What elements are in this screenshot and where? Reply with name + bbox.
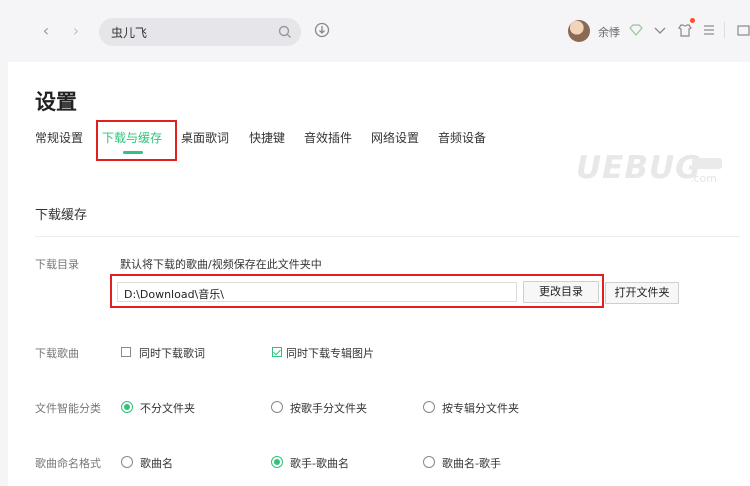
search-input[interactable]: 虫儿飞 (111, 24, 147, 41)
song-name-radio[interactable] (121, 456, 133, 468)
open-folder-button[interactable]: 打开文件夹 (605, 282, 679, 304)
watermark-logo: UEBUG (576, 150, 702, 186)
watermark-suffix: .com (690, 172, 717, 185)
toolbar-divider (724, 22, 725, 38)
tab-network[interactable]: 网络设置 (371, 129, 419, 146)
by-album-radio[interactable] (423, 401, 435, 413)
smart-folder-label: 文件智能分类 (35, 402, 101, 415)
tab-audio-effects[interactable]: 音效插件 (304, 129, 352, 146)
top-bar: ‹ › 虫儿飞 余悸 (0, 0, 750, 62)
download-lyrics-checkbox[interactable] (121, 347, 131, 357)
chevron-down-icon[interactable] (652, 22, 668, 38)
song-artist-radio[interactable] (423, 456, 435, 468)
notification-dot (690, 18, 695, 23)
artist-song-label[interactable]: 歌手-歌曲名 (290, 455, 349, 471)
by-album-label[interactable]: 按专辑分文件夹 (442, 400, 519, 416)
tab-audio-device[interactable]: 音频设备 (438, 129, 486, 146)
menu-icon[interactable] (701, 22, 717, 38)
naming-format-label: 歌曲命名格式 (35, 457, 101, 470)
back-arrow-icon[interactable]: ‹ (37, 22, 55, 40)
song-name-label[interactable]: 歌曲名 (140, 455, 173, 471)
no-folder-radio[interactable] (121, 401, 133, 413)
download-lyrics-label[interactable]: 同时下载歌词 (139, 345, 205, 361)
section-title: 下载缓存 (35, 208, 88, 223)
download-dir-label: 下载目录 (35, 258, 79, 271)
section-divider (35, 236, 740, 237)
download-cover-label[interactable]: 同时下载专辑图片 (286, 345, 374, 361)
search-box[interactable]: 虫儿飞 (99, 18, 301, 46)
avatar[interactable] (568, 20, 590, 42)
by-artist-radio[interactable] (271, 401, 283, 413)
search-icon[interactable] (277, 24, 293, 40)
diamond-icon[interactable] (628, 22, 644, 38)
page-title: 设置 (35, 90, 77, 114)
forward-arrow-icon[interactable]: › (67, 22, 85, 40)
tab-general[interactable]: 常规设置 (35, 129, 83, 146)
tab-shortcuts[interactable]: 快捷键 (249, 129, 285, 146)
artist-song-radio[interactable] (271, 456, 283, 468)
download-song-label: 下载歌曲 (35, 347, 79, 360)
download-icon[interactable] (312, 20, 332, 40)
tab-desktop-lyrics[interactable]: 桌面歌词 (181, 129, 229, 146)
by-artist-label[interactable]: 按歌手分文件夹 (290, 400, 367, 416)
watermark-badge (692, 158, 722, 169)
highlight-box-path (110, 274, 604, 308)
skin-icon[interactable] (677, 22, 693, 38)
no-folder-label[interactable]: 不分文件夹 (140, 400, 195, 416)
username[interactable]: 余悸 (598, 24, 620, 40)
download-dir-description: 默认将下载的歌曲/视频保存在此文件夹中 (120, 258, 322, 271)
highlight-box-tab (96, 120, 177, 161)
download-cover-checkbox[interactable] (272, 347, 282, 357)
song-artist-label[interactable]: 歌曲名-歌手 (442, 455, 501, 471)
mini-mode-icon[interactable] (736, 22, 750, 38)
